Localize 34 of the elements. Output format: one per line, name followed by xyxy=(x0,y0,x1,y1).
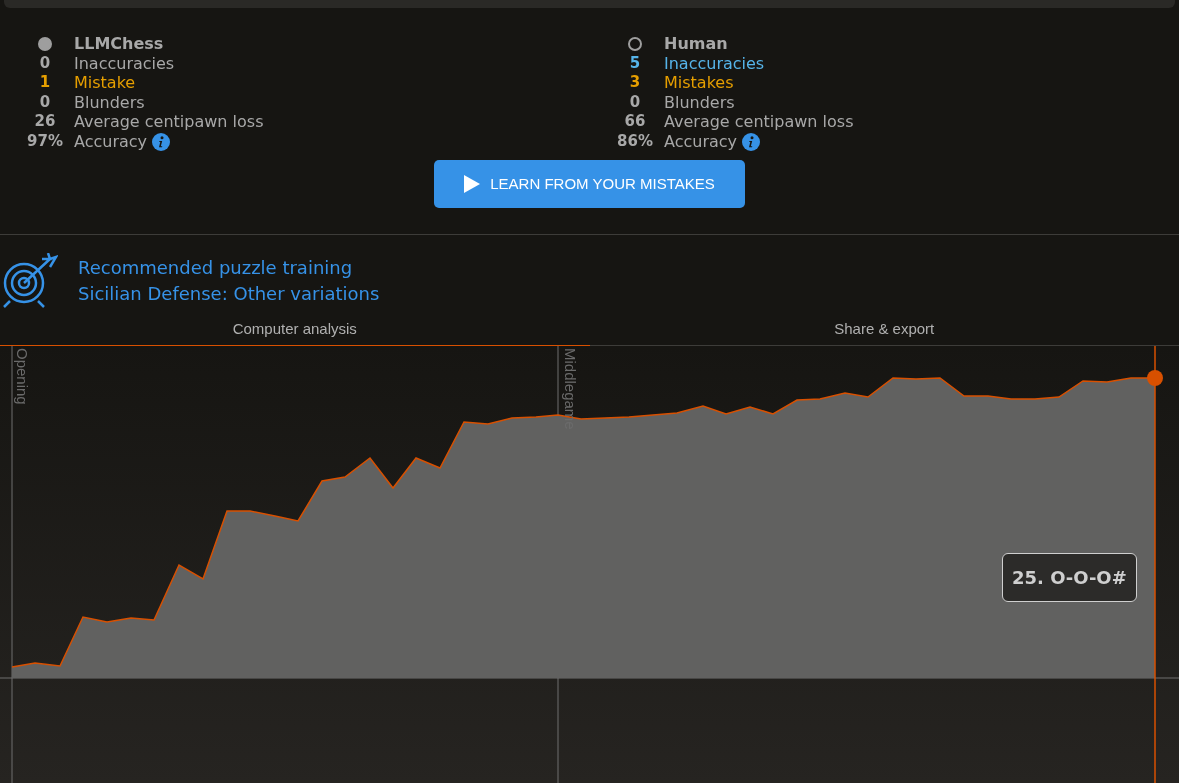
stat-label: Blunders xyxy=(74,92,145,113)
stat-label: Inaccuracies xyxy=(74,53,175,74)
stat-count: 97% xyxy=(26,131,64,152)
tab[interactable]: Share & export xyxy=(589,314,1179,346)
info-icon[interactable] xyxy=(742,132,761,151)
player-name: LLMChess xyxy=(74,34,165,54)
stat-count: 5 xyxy=(628,53,642,74)
stat-count: 66 xyxy=(623,112,647,132)
stat-label: Average centipawn loss xyxy=(74,112,264,132)
stat-label: Accuracy xyxy=(74,131,148,152)
target-icon xyxy=(2,252,58,309)
stat-count: 86% xyxy=(616,131,654,152)
tab[interactable]: Computer analysis xyxy=(0,314,590,346)
stat-count: 0 xyxy=(628,92,642,113)
play-icon xyxy=(464,174,481,193)
move-tooltip: 25. O-O-O# xyxy=(1002,552,1137,602)
stat-count: 1 xyxy=(38,73,52,93)
stat-label: Blunders xyxy=(664,92,735,113)
stat-label: Mistakes xyxy=(664,73,734,93)
stat-label: Mistake xyxy=(74,73,136,93)
stat-count: 0 xyxy=(38,53,52,74)
info-icon[interactable] xyxy=(152,132,171,151)
phase-label: Opening xyxy=(14,347,31,405)
current-move-marker xyxy=(1147,369,1163,386)
stat-count: 26 xyxy=(33,112,57,132)
stat-count: 0 xyxy=(38,92,52,113)
opening-theme-link[interactable]: Sicilian Defense: Other variations xyxy=(78,283,380,305)
stat-label: Inaccuracies xyxy=(664,53,765,74)
stat-count: 3 xyxy=(628,73,642,93)
puzzle-training-link[interactable]: Recommended puzzle training xyxy=(78,257,380,279)
stat-label: Average centipawn loss xyxy=(664,112,854,132)
learn-button[interactable]: LEARN FROM YOUR MISTAKES xyxy=(434,159,745,208)
stat-label: Accuracy xyxy=(664,131,738,152)
player-name: Human xyxy=(664,34,729,54)
